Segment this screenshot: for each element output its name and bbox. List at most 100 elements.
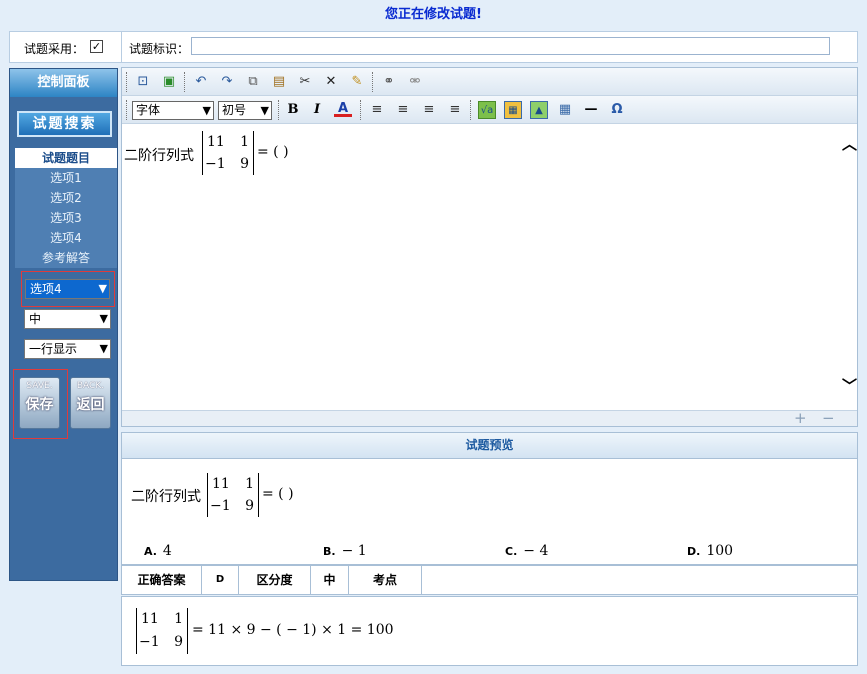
align-left-icon[interactable]: ≡ — [420, 101, 438, 119]
option-value: − 1 — [341, 543, 367, 559]
italic-icon[interactable]: I — [308, 101, 326, 119]
option-c: C. − 4 — [505, 543, 548, 559]
option-value: 4 — [162, 543, 172, 559]
matrix-cell: 11 — [212, 476, 230, 492]
question-preview: 二阶行列式 11 1 −1 9 = ( ) A. 4 B. − 1 C. − 4 D.… — [121, 459, 858, 565]
back-button[interactable]: BACK. 返回 — [70, 377, 111, 429]
divider — [121, 32, 122, 62]
expand-icon[interactable]: + — [794, 409, 807, 427]
delete-icon[interactable]: ✕ — [322, 73, 340, 91]
align-center-icon[interactable]: ≡ — [394, 101, 412, 119]
collapse-icon[interactable]: − — [822, 409, 835, 427]
save-button-label: 保存 — [25, 397, 54, 413]
option-value: 100 — [706, 543, 734, 559]
align-right-icon[interactable]: ≡ — [446, 101, 464, 119]
matrix-cell: 1 — [240, 134, 249, 150]
toolbar-grip — [184, 72, 187, 92]
toolbar-grip — [372, 72, 375, 92]
difficulty-select[interactable]: 中 ▼ — [24, 309, 111, 329]
scroll-down-icon[interactable]: ﹀ — [842, 375, 857, 396]
question-suffix: = ( ) — [262, 486, 294, 502]
chevron-down-icon: ▼ — [98, 282, 107, 295]
sidebar-item-option1[interactable]: 选项1 — [15, 168, 117, 188]
matrix-cell: −1 — [205, 156, 226, 172]
question-meta-bar: 试题采用： ✓ 试题标识： — [9, 31, 858, 63]
toolbar-grip — [360, 100, 363, 120]
sidebar-item-option2[interactable]: 选项2 — [15, 188, 117, 208]
option-a: A. 4 — [144, 543, 172, 559]
table-icon[interactable]: ▦ — [556, 101, 574, 119]
special-char-icon[interactable]: Ω — [608, 101, 626, 119]
align-justify-icon[interactable]: ≡ — [368, 101, 386, 119]
unlink-icon[interactable]: ⚮ — [406, 73, 424, 91]
select-value: 字体 — [136, 103, 161, 117]
template-icon[interactable]: ▦ — [504, 101, 522, 119]
scroll-up-icon[interactable]: ︿ — [842, 133, 857, 154]
toolbar-grip — [126, 72, 129, 92]
matrix-cell: −1 — [139, 634, 160, 650]
control-panel: 控制面板 试题搜索 试题题目 选项1 选项2 选项3 选项4 参考解答 选项4 ▼… — [9, 68, 118, 581]
editor-scrollbar[interactable]: ︿ ﹀ — [840, 125, 857, 410]
adopt-label: 试题采用： — [24, 42, 85, 56]
option-key: B. — [323, 545, 336, 558]
select-value: 一行显示 — [29, 342, 78, 356]
sidebar-item-question[interactable]: 试题题目 — [15, 148, 117, 168]
back-button-label: 返回 — [76, 397, 105, 413]
rich-text-editor: ⊡ ▣ ↶ ↷ ⧉ ▤ ✂ ✕ ✎ ⚭ ⚮ 字体 ▼ 初号 ▼ B I A ≡ ≡ … — [121, 67, 858, 427]
font-size-select[interactable]: 初号 ▼ — [218, 101, 272, 120]
discrimination-label: 区分度 — [239, 566, 311, 594]
image-icon[interactable]: ▲ — [530, 101, 548, 119]
redo-icon[interactable]: ↷ — [218, 73, 236, 91]
source-icon[interactable]: ⊡ — [134, 73, 152, 91]
cut-icon[interactable]: ✂ — [296, 73, 314, 91]
toolbar-grip — [126, 100, 129, 120]
matrix-cell: 11 — [207, 134, 225, 150]
fullscreen-icon[interactable]: ▣ — [160, 73, 178, 91]
control-panel-title: 控制面板 — [10, 69, 117, 97]
editor-resize-bar: + − — [122, 409, 857, 427]
option-key: D. — [687, 545, 701, 558]
matrix-cell: 9 — [245, 498, 254, 514]
matrix-cell: 1 — [245, 476, 254, 492]
select-value: 中 — [29, 312, 42, 326]
select-value: 初号 — [222, 103, 247, 117]
page-title: 您正在修改试题! — [385, 7, 482, 22]
chevron-down-icon: ▼ — [202, 104, 211, 117]
font-family-select[interactable]: 字体 ▼ — [132, 101, 214, 120]
editor-content-area[interactable]: 二阶行列式 11 1 −1 9 = ( ) — [122, 125, 840, 410]
sidebar-item-reference-answer[interactable]: 参考解答 — [15, 248, 117, 268]
bold-icon[interactable]: B — [284, 101, 302, 119]
save-button-caption: SAVE. — [26, 381, 53, 391]
section-list: 试题题目 选项1 选项2 选项3 选项4 参考解答 — [15, 148, 117, 268]
undo-icon[interactable]: ↶ — [192, 73, 210, 91]
question-search-button[interactable]: 试题搜索 — [17, 111, 112, 137]
solution-expression: = 11 × 9 − ( − 1) × 1 = 100 — [192, 622, 394, 638]
copy-icon[interactable]: ⧉ — [244, 73, 262, 91]
question-id-input[interactable] — [191, 37, 830, 55]
question-suffix: = ( ) — [257, 144, 289, 160]
reference-solution: 11 1 −1 9 = 11 × 9 − ( − 1) × 1 = 100 — [121, 596, 858, 666]
option-count-select[interactable]: 选项4 ▼ — [25, 279, 110, 299]
link-icon[interactable]: ⚭ — [380, 73, 398, 91]
question-prefix: 二阶行列式 — [124, 148, 194, 164]
matrix-cell: 11 — [141, 611, 159, 627]
matrix-cell: 9 — [174, 634, 183, 650]
save-button[interactable]: SAVE. 保存 — [19, 377, 60, 429]
editor-toolbar-row1: ⊡ ▣ ↶ ↷ ⧉ ▤ ✂ ✕ ✎ ⚭ ⚮ — [122, 68, 857, 96]
clear-format-icon[interactable]: ✎ — [348, 73, 366, 91]
editor-toolbar-row2: 字体 ▼ 初号 ▼ B I A ≡ ≡ ≡ ≡ √a ▦ ▲ ▦ — Ω — [122, 96, 857, 124]
answer-info-row: 正确答案 D 区分度 中 考点 — [121, 565, 858, 595]
sidebar-item-option4[interactable]: 选项4 — [15, 228, 117, 248]
determinant-matrix: 11 1 −1 9 — [136, 608, 188, 654]
paste-icon[interactable]: ▤ — [270, 73, 288, 91]
formula-icon[interactable]: √a — [478, 101, 496, 119]
question-prefix: 二阶行列式 — [131, 489, 201, 505]
horizontal-rule-icon[interactable]: — — [582, 101, 600, 119]
display-mode-select[interactable]: 一行显示 ▼ — [24, 339, 111, 359]
adopt-checkbox[interactable]: ✓ — [90, 40, 103, 53]
option-key: C. — [505, 545, 518, 558]
option-b: B. − 1 — [323, 543, 367, 559]
font-color-icon[interactable]: A — [334, 101, 352, 117]
correct-answer-label: 正确答案 — [122, 566, 202, 594]
sidebar-item-option3[interactable]: 选项3 — [15, 208, 117, 228]
